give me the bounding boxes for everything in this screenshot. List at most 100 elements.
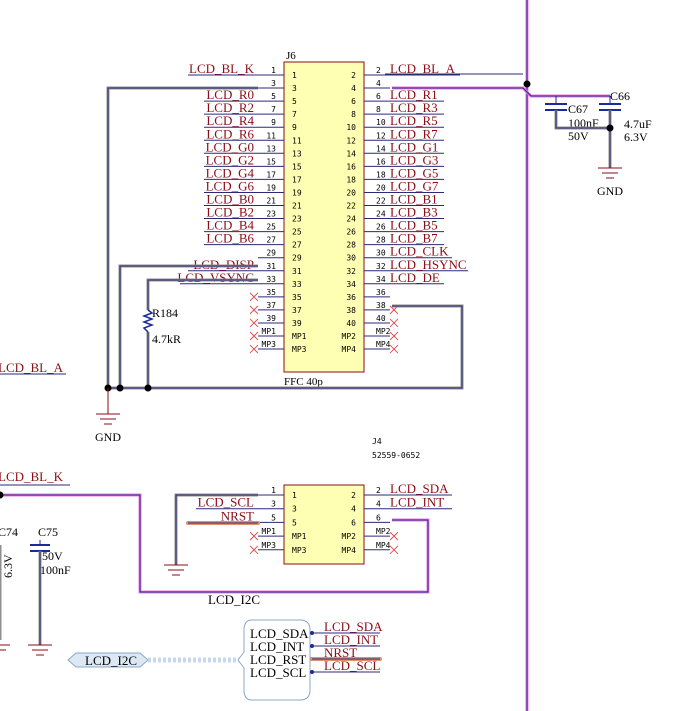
j4-pin-num: 3 — [271, 500, 276, 509]
net-label: LCD_B6 — [206, 231, 254, 246]
j6-pin-inner: 39 — [292, 319, 302, 328]
j6-pin-num: 38 — [376, 301, 386, 310]
j6-pin-num: 11 — [266, 131, 276, 140]
j6-pin-inner: 19 — [292, 188, 302, 197]
j4-pin-inner: 2 — [351, 491, 356, 500]
j6-pin-num: 21 — [266, 197, 276, 206]
j4-pin-inner: MP2 — [342, 532, 357, 541]
j6-pin-num: 30 — [376, 249, 386, 258]
j6-pin-inner: 10 — [346, 123, 356, 132]
j4-part-number: 52559-0652 — [372, 451, 420, 460]
j6-pin-num: 36 — [376, 288, 386, 297]
j6-pin-inner: MP1 — [292, 332, 307, 341]
net-label: LCD_BL_K — [189, 61, 255, 76]
j4-pin-inner: MP4 — [342, 546, 357, 555]
gnd-symbol-caps: GND — [597, 167, 623, 198]
bus-members: LCD_SDALCD_INTLCD_RSTLCD_SCL — [250, 626, 309, 680]
j4-pin-inner: 6 — [351, 518, 356, 527]
gnd-label: GND — [95, 430, 121, 444]
j6-pin-inner: 25 — [292, 228, 302, 237]
j4-pin-num: 1 — [271, 486, 276, 495]
j6-pin-num: 29 — [266, 249, 276, 258]
j6-pin-num: 35 — [266, 288, 276, 297]
j6-pin-inner: 15 — [292, 162, 302, 171]
j6-pin-inner: 11 — [292, 136, 302, 145]
j6-pin-num: 12 — [376, 131, 386, 140]
j6-pin-inner: 5 — [292, 97, 297, 106]
j6-pin-inner: 27 — [292, 241, 302, 250]
bus-member-lcd_scl: LCD_SCL — [250, 665, 306, 680]
c75-designator: C75 — [38, 525, 58, 539]
schematic-canvas: J6 FFC 40p 11335577991111131315151717191… — [0, 0, 652, 711]
gnd-symbol-c75 — [28, 644, 52, 656]
j6-pin-inner: 22 — [346, 202, 356, 211]
bus-outputs: LCD_SDALCD_INTNRSTLCD_SCL — [310, 619, 383, 674]
j6-pin-inner: 14 — [346, 149, 356, 158]
j6-pin-inner: 1 — [292, 71, 297, 80]
j6-pin-inner: 33 — [292, 280, 302, 289]
left-net-bl-a[interactable]: LCD_BL_A — [0, 360, 66, 375]
c67-designator: C67 — [568, 102, 588, 116]
j6-net-lcd_bl_k[interactable]: LCD_BL_K — [188, 61, 258, 76]
j6-pin-num: 24 — [376, 210, 386, 219]
j6-pin-num: 5 — [271, 92, 276, 101]
j6-pin-num: 26 — [376, 223, 386, 232]
j6-footprint: FFC 40p — [284, 376, 323, 388]
net-label: LCD_SCL — [324, 658, 380, 673]
j4-pin-num: MP3 — [262, 541, 277, 550]
j6-pin-inner: 12 — [346, 136, 356, 145]
j6-pin-num: 3 — [271, 79, 276, 88]
j6-net-lcd_de[interactable]: LCD_DE — [390, 270, 444, 285]
j6-net-lcd_b6[interactable]: LCD_B6 — [204, 231, 258, 246]
j4-net-lcd_int[interactable]: LCD_INT — [390, 495, 452, 510]
j6-pin-inner: 30 — [346, 254, 356, 263]
j6-connector[interactable]: J6 FFC 40p 11335577991111131315151717191… — [177, 50, 468, 388]
j6-pin-inner: 8 — [351, 110, 356, 119]
j6-net-lcd_vsync[interactable]: LCD_VSYNC — [177, 270, 258, 285]
j6-pin-num: 17 — [266, 170, 276, 179]
i2c-bus-harness[interactable]: LCD_I2C LCD_SDALCD_INTLCD_RSTLCD_SCL LCD… — [67, 619, 383, 701]
j4-pin-num: 2 — [376, 486, 381, 495]
j4-pin-inner: 5 — [292, 518, 297, 527]
r184-resistor[interactable]: R184 4.7kR — [141, 306, 181, 346]
j6-pin-num: 37 — [266, 301, 276, 310]
j4-pin-num: 4 — [376, 500, 381, 509]
net-label: LCD_VSYNC — [177, 270, 254, 285]
j4-pin-num: 6 — [376, 513, 381, 522]
j6-pin-num: 27 — [266, 236, 276, 245]
left-net-bl-k-label: LCD_BL_K — [0, 469, 64, 484]
j6-pin-num: 33 — [266, 275, 276, 284]
bus-port-label: LCD_I2C — [85, 653, 137, 668]
c66-value: 4.7uF — [624, 117, 652, 131]
j6-pin-inner: 32 — [346, 267, 356, 276]
j4-connector[interactable]: J4 52559-0652 113355MP1MP1MP3MP3LCD_SCLN… — [196, 437, 452, 565]
c75-capacitor[interactable]: C75 50V 100nF — [30, 525, 71, 645]
j6-pin-num: 32 — [376, 262, 386, 271]
c75-value: 100nF — [40, 563, 71, 577]
c75-voltage: 50V — [42, 549, 63, 563]
c66-voltage: 6.3V — [624, 130, 648, 144]
left-net-bl-a-label: LCD_BL_A — [0, 360, 64, 375]
gnd-label-caps: GND — [597, 184, 623, 198]
j6-pin-num: 10 — [376, 118, 386, 127]
c67-capacitor[interactable]: C67 100nF 50V — [545, 96, 599, 143]
j6-pin-num: 7 — [271, 105, 276, 114]
c74-capacitor[interactable]: C74 6.3V — [0, 525, 18, 640]
j6-pin-inner: 4 — [351, 84, 356, 93]
j6-pin-inner: MP2 — [342, 332, 357, 341]
j6-pin-num: 19 — [266, 183, 276, 192]
j6-pin-inner: 13 — [292, 149, 302, 158]
j6-pin-inner: 17 — [292, 175, 302, 184]
j6-pin-num: 39 — [266, 314, 276, 323]
j6-pin-num: 4 — [376, 79, 381, 88]
j6-pin-num: 23 — [266, 210, 276, 219]
j6-pin-inner: 3 — [292, 84, 297, 93]
j6-pin-inner: 9 — [292, 123, 297, 132]
j6-pin-num: 6 — [376, 92, 381, 101]
j6-pin-inner: 34 — [346, 280, 356, 289]
j6-pin-inner: 20 — [346, 188, 356, 197]
j6-pin-inner: 26 — [346, 228, 356, 237]
j6-pin-num: 28 — [376, 236, 386, 245]
j6-pin-inner: 31 — [292, 267, 302, 276]
j6-pin-num: 40 — [376, 314, 386, 323]
